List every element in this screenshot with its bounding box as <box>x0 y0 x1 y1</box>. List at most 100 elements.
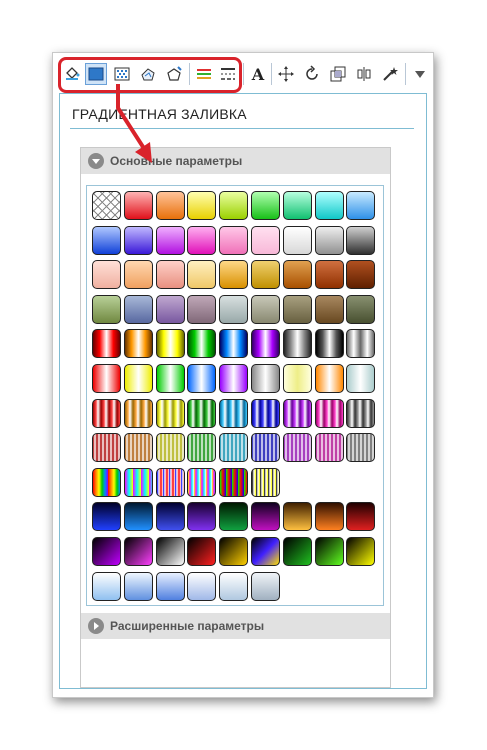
gradient-swatch[interactable] <box>155 502 185 532</box>
gradient-swatch[interactable] <box>282 294 312 324</box>
gradient-swatch[interactable] <box>92 502 121 532</box>
gradient-swatch[interactable] <box>219 329 249 359</box>
gradient-swatch[interactable] <box>219 191 249 220</box>
gradient-swatch[interactable] <box>282 502 312 532</box>
gradient-swatch[interactable] <box>346 191 376 220</box>
resize-tool-button[interactable] <box>327 63 349 85</box>
gradient-swatch[interactable] <box>282 191 312 220</box>
gradient-swatch[interactable] <box>219 467 249 497</box>
gradient-swatch[interactable] <box>187 537 217 566</box>
gradient-swatch[interactable] <box>123 364 153 393</box>
gradient-swatch[interactable] <box>155 398 185 428</box>
gradient-swatch[interactable] <box>155 191 185 220</box>
gradient-swatch[interactable] <box>314 294 344 324</box>
gradient-swatch[interactable] <box>187 398 217 428</box>
gradient-swatch[interactable] <box>251 225 280 255</box>
gradient-swatch[interactable] <box>282 364 312 393</box>
gradient-swatch[interactable] <box>155 433 185 463</box>
gradient-swatch[interactable] <box>187 191 217 220</box>
gradient-swatch[interactable] <box>346 329 376 359</box>
gradient-swatch[interactable] <box>314 260 344 290</box>
gradient-swatch[interactable] <box>155 571 185 601</box>
gradient-swatch[interactable] <box>219 260 249 290</box>
gradient-swatch[interactable] <box>219 294 249 324</box>
gradient-swatch[interactable] <box>346 260 376 290</box>
gradient-swatch[interactable] <box>219 433 249 463</box>
gradient-swatch[interactable] <box>314 225 344 255</box>
gradient-swatch[interactable] <box>123 329 153 359</box>
gradient-swatch[interactable] <box>282 398 312 428</box>
gradient-swatch[interactable] <box>346 294 376 324</box>
gradient-swatch[interactable] <box>346 433 376 463</box>
gradient-swatch[interactable] <box>251 191 280 220</box>
gradient-swatch[interactable] <box>155 225 185 255</box>
gradient-swatch[interactable] <box>155 537 185 566</box>
gradient-swatch[interactable] <box>314 502 344 532</box>
gradient-swatch[interactable] <box>251 329 280 359</box>
basic-params-header[interactable]: Основные параметры <box>81 148 390 174</box>
gradient-swatch[interactable] <box>187 294 217 324</box>
gradient-swatch[interactable] <box>251 398 280 428</box>
gradient-swatch[interactable] <box>187 502 217 532</box>
gradient-swatch[interactable] <box>346 225 376 255</box>
gradient-swatch[interactable] <box>314 364 344 393</box>
gradient-swatch[interactable] <box>219 364 249 393</box>
gradient-swatch[interactable] <box>155 329 185 359</box>
gradient-swatch[interactable] <box>155 260 185 290</box>
gradient-swatch[interactable] <box>282 537 312 566</box>
gradient-swatch[interactable] <box>92 260 121 290</box>
gradient-swatch[interactable] <box>123 294 153 324</box>
gradient-swatch[interactable] <box>92 571 121 601</box>
gradient-swatch[interactable] <box>346 502 376 532</box>
gradient-swatch[interactable] <box>219 502 249 532</box>
advanced-params-header[interactable]: Расширенные параметры <box>81 613 390 639</box>
gradient-swatch[interactable] <box>314 537 344 566</box>
gradient-swatch[interactable] <box>123 225 153 255</box>
gradient-swatch[interactable] <box>123 537 153 566</box>
gradient-swatch[interactable] <box>92 467 121 497</box>
gradient-swatch[interactable] <box>314 433 344 463</box>
gradient-swatch[interactable] <box>155 364 185 393</box>
gradient-swatch[interactable] <box>92 537 121 566</box>
gradient-swatch[interactable] <box>92 294 121 324</box>
text-tool-button[interactable]: A <box>247 63 269 85</box>
gradient-swatch[interactable] <box>251 294 280 324</box>
gradient-swatch[interactable] <box>251 467 280 497</box>
gradient-swatch[interactable] <box>187 571 217 601</box>
gradient-swatch[interactable] <box>92 225 121 255</box>
gradient-swatch[interactable] <box>282 260 312 290</box>
gradient-swatch[interactable] <box>123 433 153 463</box>
align-tool-button[interactable] <box>353 63 375 85</box>
gradient-swatch[interactable] <box>187 364 217 393</box>
gradient-swatch[interactable] <box>123 191 153 220</box>
gradient-swatch[interactable] <box>123 467 153 497</box>
gradient-swatch[interactable] <box>251 260 280 290</box>
gradient-swatch[interactable] <box>123 571 153 601</box>
gradient-swatch[interactable] <box>251 502 280 532</box>
gradient-swatch[interactable] <box>219 571 249 601</box>
gradient-swatch[interactable] <box>155 294 185 324</box>
gradient-swatch[interactable] <box>123 398 153 428</box>
no-gradient-swatch[interactable] <box>92 191 121 220</box>
gradient-swatch[interactable] <box>282 225 312 255</box>
gradient-swatch[interactable] <box>346 398 376 428</box>
gradient-swatch[interactable] <box>314 329 344 359</box>
gradient-swatch[interactable] <box>187 433 217 463</box>
gradient-swatch[interactable] <box>123 260 153 290</box>
gradient-swatch[interactable] <box>92 433 121 463</box>
gradient-swatch[interactable] <box>251 364 280 393</box>
gradient-swatch[interactable] <box>92 398 121 428</box>
gradient-swatch[interactable] <box>123 502 153 532</box>
effects-tool-button[interactable] <box>379 63 401 85</box>
gradient-swatch[interactable] <box>282 433 312 463</box>
gradient-swatch[interactable] <box>314 191 344 220</box>
gradient-swatch[interactable] <box>251 433 280 463</box>
gradient-swatch[interactable] <box>346 364 376 393</box>
rotate-tool-button[interactable] <box>301 63 323 85</box>
gradient-swatch[interactable] <box>314 398 344 428</box>
gradient-swatch[interactable] <box>92 329 121 359</box>
gradient-swatch[interactable] <box>187 329 217 359</box>
gradient-swatch[interactable] <box>346 537 376 566</box>
gradient-swatch[interactable] <box>251 571 280 601</box>
more-tool-button[interactable] <box>409 63 431 85</box>
